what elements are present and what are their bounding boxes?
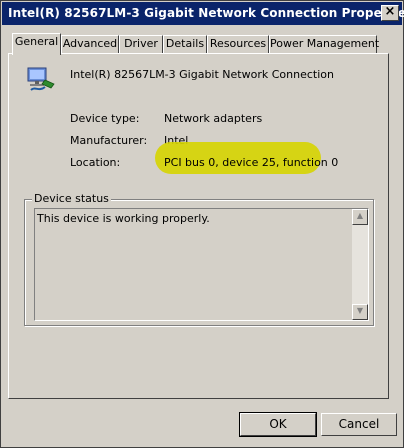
tab-label: Details bbox=[165, 37, 205, 50]
close-button[interactable]: × bbox=[381, 4, 399, 21]
tab-details[interactable]: Details bbox=[163, 35, 207, 53]
window-title: Intel(R) 82567LM-3 Gigabit Network Conne… bbox=[8, 6, 404, 20]
tab-label: Power Management bbox=[270, 37, 380, 50]
cancel-button[interactable]: Cancel bbox=[321, 413, 397, 436]
device-status-text: This device is working properly. bbox=[37, 212, 210, 225]
device-status-label: Device status bbox=[32, 192, 111, 205]
scroll-down-button[interactable]: ▼ bbox=[352, 304, 368, 320]
tab-advanced[interactable]: Advanced bbox=[61, 35, 119, 53]
tab-label: Advanced bbox=[62, 37, 118, 50]
network-adapter-icon bbox=[27, 67, 55, 91]
ok-button[interactable]: OK bbox=[239, 412, 317, 437]
manufacturer-label: Manufacturer: bbox=[70, 134, 148, 147]
device-type-value: Network adapters bbox=[164, 112, 263, 125]
tab-power-management[interactable]: Power Management bbox=[269, 35, 380, 53]
down-arrow-icon: ▼ bbox=[356, 306, 364, 315]
device-type-label: Device type: bbox=[70, 112, 140, 125]
properties-dialog: Intel(R) 82567LM-3 Gigabit Network Conne… bbox=[0, 0, 404, 448]
tab-label: General bbox=[14, 35, 59, 48]
title-bar[interactable]: Intel(R) 82567LM-3 Gigabit Network Conne… bbox=[2, 2, 404, 25]
tab-driver[interactable]: Driver bbox=[119, 35, 163, 53]
tab-label: Resources bbox=[209, 37, 267, 50]
close-icon: × bbox=[384, 4, 396, 19]
up-arrow-icon: ▲ bbox=[356, 211, 364, 220]
location-value: PCI bus 0, device 25, function 0 bbox=[164, 156, 339, 169]
status-scrollbar[interactable]: ▲ ▼ bbox=[352, 209, 368, 320]
location-label: Location: bbox=[70, 156, 121, 169]
device-name: Intel(R) 82567LM-3 Gigabit Network Conne… bbox=[70, 68, 334, 81]
scroll-up-button[interactable]: ▲ bbox=[352, 209, 368, 225]
tab-resources[interactable]: Resources bbox=[207, 35, 269, 53]
tab-general[interactable]: General bbox=[12, 33, 61, 55]
tab-label: Driver bbox=[124, 37, 158, 50]
